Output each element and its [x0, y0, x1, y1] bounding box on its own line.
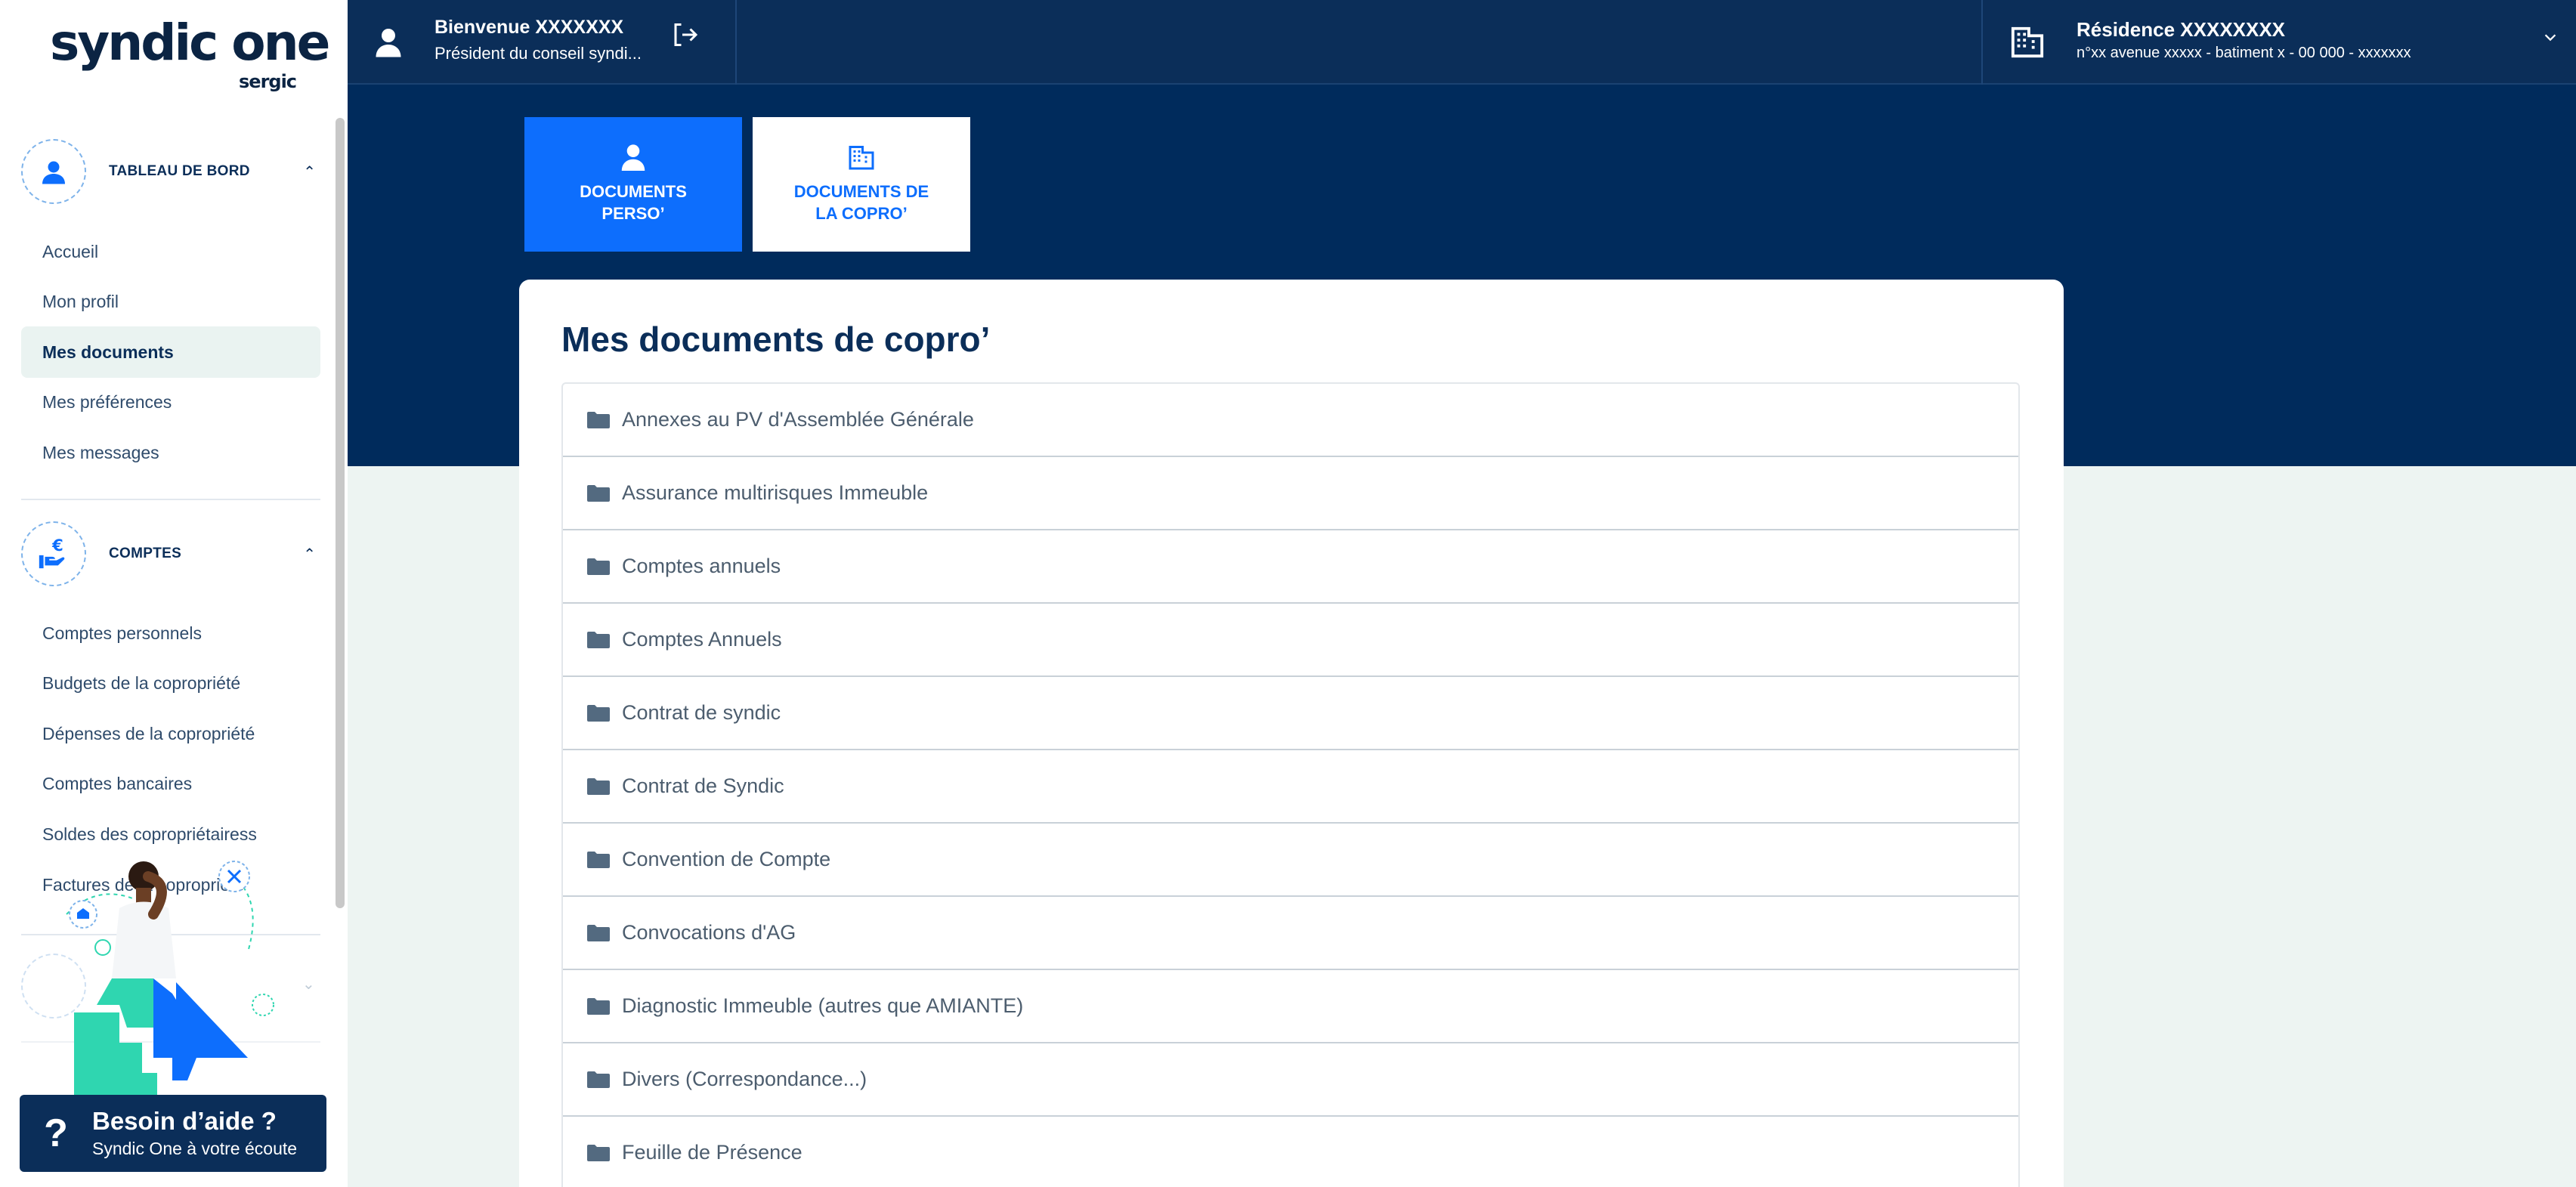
tab-label-line1: DOCUMENTS	[580, 182, 687, 202]
folder-label: Convocations d'AG	[622, 921, 796, 944]
folder-label: Contrat de Syndic	[622, 774, 784, 797]
tab-documents-perso[interactable]: DOCUMENTS PERSO’	[524, 117, 742, 252]
folder-label: Comptes Annuels	[622, 628, 782, 651]
sidebar-item-mes-documents[interactable]: Mes documents	[21, 326, 320, 378]
user-role: Président du conseil syndi...	[434, 44, 642, 63]
sidebar-item-soldes[interactable]: Soldes des copropriétairess	[21, 808, 320, 860]
folder-row[interactable]: Contrat de Syndic	[563, 750, 2018, 824]
sidebar-item-mes-messages[interactable]: Mes messages	[21, 427, 320, 478]
folder-icon	[587, 997, 610, 1015]
user-icon	[21, 139, 86, 204]
sidebar-item-comptes-bancaires[interactable]: Comptes bancaires	[21, 758, 320, 809]
help-title: Besoin d’aide ?	[92, 1107, 277, 1136]
sidebar-item-depenses[interactable]: Dépenses de la copropriété	[21, 708, 320, 759]
sidebar-item-comptes-personnels[interactable]: Comptes personnels	[21, 607, 320, 659]
folder-icon	[587, 631, 610, 648]
folder-icon	[587, 924, 610, 941]
mascot-illustration	[66, 861, 274, 1096]
sidebar-item-mon-profil[interactable]: Mon profil	[21, 276, 320, 327]
section-title: COMPTES	[109, 546, 182, 561]
chevron-down-icon	[2544, 34, 2556, 42]
logo-subtext: sergic	[239, 71, 297, 92]
folder-row[interactable]: Assurance multirisques Immeuble	[563, 457, 2018, 530]
folder-row[interactable]: Comptes annuels	[563, 530, 2018, 604]
sidebar-item-accueil[interactable]: Accueil	[21, 226, 320, 277]
brand-logo[interactable]: syndic one sergic	[50, 14, 330, 93]
sidebar-scrollbar[interactable]	[336, 118, 345, 908]
folder-row[interactable]: Feuille de Présence	[563, 1117, 2018, 1187]
tab-documents-copro[interactable]: DOCUMENTS DE LA COPRO’	[753, 117, 970, 252]
tab-label-line2: PERSO’	[601, 204, 665, 223]
residence-name: Résidence XXXXXXXX	[2077, 18, 2286, 41]
folder-list: Annexes au PV d'Assemblée Générale Assur…	[561, 382, 2020, 1187]
help-text: Besoin d’aide ? Syndic One à votre écout…	[92, 1108, 297, 1158]
folder-row[interactable]: Diagnostic Immeuble (autres que AMIANTE)	[563, 970, 2018, 1043]
user-icon	[376, 29, 401, 57]
svg-text:€: €	[51, 536, 63, 555]
user-icon	[621, 144, 645, 172]
folder-icon	[587, 777, 610, 795]
chevron-up-icon: ⌃	[303, 163, 316, 181]
folder-icon	[587, 1144, 610, 1161]
section-comptes[interactable]: € COMPTES ⌃	[21, 521, 323, 586]
documents-card: Mes documents de copro’ Annexes au PV d'…	[519, 280, 2064, 1187]
page-title: Mes documents de copro’	[561, 320, 991, 359]
help-button[interactable]: ? Besoin d’aide ? Syndic One à votre éco…	[20, 1095, 326, 1172]
sidebar-item-mes-preferences[interactable]: Mes préférences	[21, 376, 320, 428]
euro-hand-icon: €	[21, 521, 86, 586]
tab-label-line1: DOCUMENTS DE	[793, 182, 929, 202]
folder-row[interactable]: Annexes au PV d'Assemblée Générale	[563, 384, 2018, 457]
help-subtitle: Syndic One à votre écoute	[92, 1138, 298, 1158]
folder-label: Feuille de Présence	[622, 1141, 802, 1164]
folder-icon	[587, 704, 610, 722]
building-icon	[2011, 26, 2044, 58]
folder-label: Divers (Correspondance...)	[622, 1068, 867, 1090]
folder-label: Annexes au PV d'Assemblée Générale	[622, 408, 974, 431]
folder-row[interactable]: Comptes Annuels	[563, 604, 2018, 677]
folder-icon	[587, 411, 610, 428]
top-bar: Bienvenue XXXXXXX Président du conseil s…	[348, 0, 2576, 85]
folder-icon	[587, 1071, 610, 1088]
chevron-up-icon: ⌃	[303, 546, 316, 563]
folder-label: Convention de Compte	[622, 848, 831, 870]
folder-label: Diagnostic Immeuble (autres que AMIANTE)	[622, 994, 1024, 1017]
sidebar-item-budgets[interactable]: Budgets de la copropriété	[21, 657, 320, 709]
folder-label: Assurance multirisques Immeuble	[622, 481, 929, 504]
folder-icon	[587, 851, 610, 868]
sidebar: syndic one sergic TABLEAU DE BORD ⌃ Accu…	[0, 0, 348, 1187]
folder-row[interactable]: Contrat de syndic	[563, 677, 2018, 750]
folder-icon	[587, 484, 610, 502]
section-tableau-de-bord[interactable]: TABLEAU DE BORD ⌃	[21, 139, 323, 204]
section-title: TABLEAU DE BORD	[109, 163, 250, 179]
folder-row[interactable]: Divers (Correspondance...)	[563, 1043, 2018, 1117]
logout-icon[interactable]	[671, 21, 698, 48]
sidebar-divider	[21, 499, 320, 500]
residence-address: n°xx avenue xxxxx - batiment x - 00 000 …	[2077, 45, 2411, 61]
building-icon	[849, 146, 874, 170]
user-block: Bienvenue XXXXXXX Président du conseil s…	[348, 0, 737, 85]
folder-row[interactable]: Convention de Compte	[563, 824, 2018, 897]
folder-row[interactable]: Convocations d'AG	[563, 897, 2018, 970]
folder-label: Comptes annuels	[622, 555, 781, 577]
tab-label-line2: LA COPRO’	[815, 204, 908, 223]
folder-label: Contrat de syndic	[622, 701, 781, 724]
user-name: Bienvenue XXXXXXX	[434, 17, 624, 38]
logo-text: syndic one	[50, 14, 330, 72]
residence-selector[interactable]: Résidence XXXXXXXX n°xx avenue xxxxx - b…	[1981, 0, 2576, 85]
folder-icon	[587, 558, 610, 575]
question-icon: ?	[44, 1111, 68, 1155]
